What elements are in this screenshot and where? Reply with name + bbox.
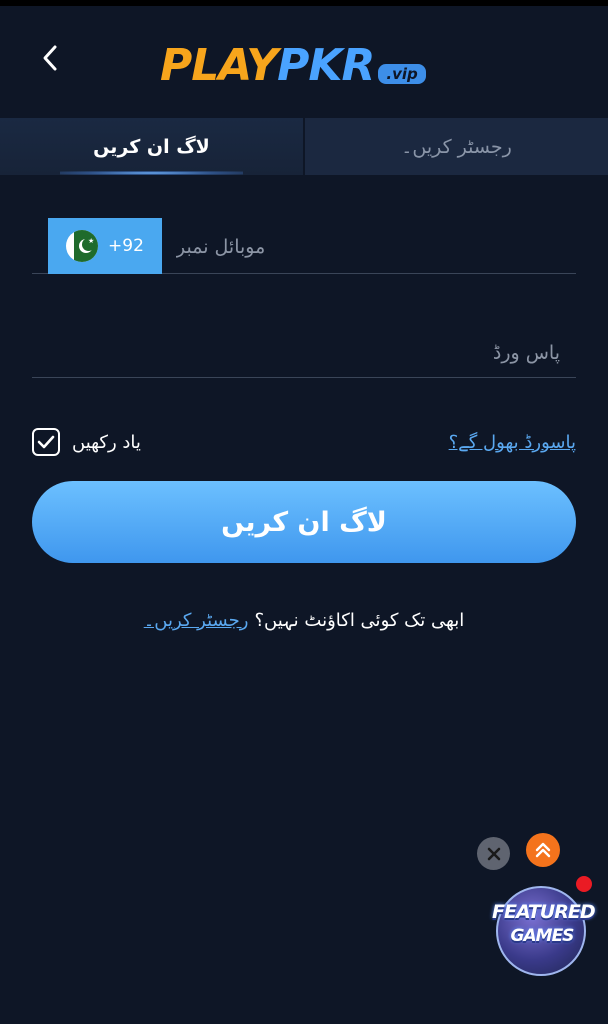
logo-vip-badge: .vip [378, 64, 426, 84]
featured-line-1: FEATURED [492, 901, 596, 923]
double-chevron-up-icon [535, 842, 551, 858]
pakistan-flag-icon: ★ [66, 230, 99, 262]
back-button[interactable] [32, 36, 68, 80]
close-icon [487, 847, 500, 860]
logo-play-text: PLAY [160, 40, 278, 91]
featured-line-2: GAMES [510, 926, 575, 946]
remember-me[interactable]: یاد رکھیں [32, 427, 141, 457]
country-code-selector[interactable]: ★ +92 [48, 218, 162, 274]
login-button[interactable]: لاگ ان کریں [32, 481, 576, 563]
check-icon [37, 435, 55, 449]
featured-games-button[interactable]: FEATURED GAMES [492, 876, 596, 980]
phone-field-row: ★ +92 [32, 218, 576, 274]
register-link[interactable]: رجسٹر کریں۔ [144, 610, 249, 631]
country-code-label: +92 [108, 236, 144, 256]
back-arrow-icon [43, 45, 57, 71]
notification-dot [576, 876, 592, 892]
register-question: ابھی تک کوئی اکاؤنٹ نہیں؟ [254, 609, 465, 631]
remember-label: یاد رکھیں [72, 431, 141, 453]
logo-pkr-text: PKR [277, 40, 375, 91]
brand-logo: PLAY PKR .vip [160, 36, 426, 88]
phone-input[interactable] [176, 230, 572, 264]
remember-checkbox[interactable] [32, 428, 60, 456]
forgot-password-link[interactable]: پاسورڈ بھول گے؟ [449, 427, 576, 457]
tab-register[interactable]: رجسٹر کریں۔ [305, 118, 608, 175]
scroll-top-button[interactable] [526, 833, 560, 867]
password-input[interactable] [40, 336, 560, 370]
tab-login[interactable]: لاگ ان کریں [0, 118, 305, 175]
featured-games-label: FEATURED GAMES [492, 900, 596, 948]
auth-tabs: لاگ ان کریں رجسٹر کریں۔ [0, 118, 608, 175]
password-field-row [32, 328, 576, 378]
header: PLAY PKR .vip [0, 6, 608, 116]
register-prompt: ابھی تک کوئی اکاؤنٹ نہیں؟ رجسٹر کریں۔ [0, 605, 608, 635]
close-float-button[interactable] [477, 837, 510, 870]
